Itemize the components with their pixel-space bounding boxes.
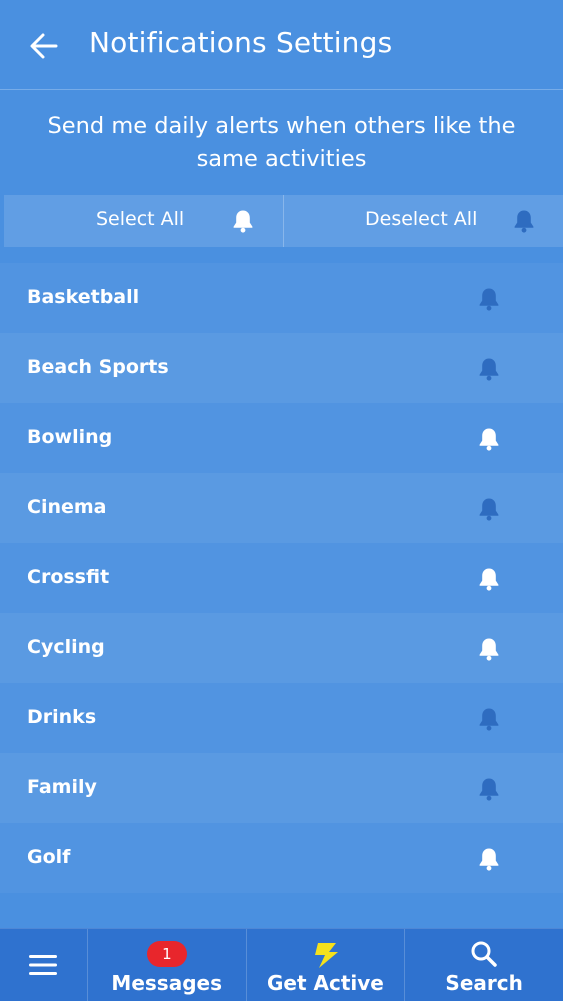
- list-item[interactable]: Bowling: [0, 403, 563, 473]
- select-bar: Select All Deselect All: [4, 195, 563, 247]
- menu-button[interactable]: [0, 929, 87, 1001]
- hamburger-menu-icon: [29, 955, 57, 975]
- list-item[interactable]: Family: [0, 753, 563, 823]
- alerts-description: Send me daily alerts when others like th…: [47, 113, 516, 172]
- bell-icon: [233, 210, 253, 233]
- activity-label: Cycling: [27, 636, 105, 658]
- list-item[interactable]: Drinks: [0, 683, 563, 753]
- search-icon: [471, 941, 498, 967]
- tab-messages-label: Messages: [111, 971, 222, 995]
- bell-icon[interactable]: [478, 497, 500, 521]
- arrow-left-icon[interactable]: [28, 30, 60, 62]
- select-all-button[interactable]: Select All: [4, 195, 283, 247]
- activity-label: Golf: [27, 846, 71, 868]
- list-item[interactable]: Beach Sports: [0, 333, 563, 403]
- header: Notifications Settings: [0, 0, 563, 90]
- tab-get-active[interactable]: Get Active: [245, 929, 405, 1001]
- page-title: Notifications Settings: [89, 26, 393, 59]
- activity-label: Basketball: [27, 286, 140, 308]
- bell-icon: [514, 210, 534, 233]
- tab-search-label: Search: [445, 971, 523, 995]
- list-item[interactable]: Basketball: [0, 263, 563, 333]
- activity-label: Family: [27, 776, 97, 798]
- bell-icon[interactable]: [478, 567, 500, 591]
- list-item[interactable]: Golf: [0, 823, 563, 893]
- list-item[interactable]: Crossfit: [0, 543, 563, 613]
- activity-list: Basketball Beach Sports Bowling Cinema C…: [0, 263, 563, 893]
- deselect-all-button[interactable]: Deselect All: [283, 195, 563, 247]
- bell-icon[interactable]: [478, 847, 500, 871]
- bell-icon[interactable]: [478, 287, 500, 311]
- bell-icon[interactable]: [478, 427, 500, 451]
- bell-icon[interactable]: [478, 777, 500, 801]
- activity-label: Beach Sports: [27, 356, 169, 378]
- lightning-bolt-icon: [314, 943, 338, 968]
- tab-messages[interactable]: 1 Messages: [86, 929, 246, 1001]
- activity-label: Bowling: [27, 426, 113, 448]
- tab-search[interactable]: Search: [404, 929, 563, 1001]
- activity-label: Drinks: [27, 706, 97, 728]
- list-item[interactable]: Cinema: [0, 473, 563, 543]
- activity-label: Cinema: [27, 496, 107, 518]
- bell-icon[interactable]: [478, 707, 500, 731]
- unread-messages-badge: 1: [146, 941, 187, 967]
- list-item[interactable]: Cycling: [0, 613, 563, 683]
- bottom-tab-bar: 1 Messages Get Active Search: [0, 928, 563, 1001]
- bell-icon[interactable]: [478, 637, 500, 661]
- activity-label: Crossfit: [27, 566, 110, 588]
- select-all-label: Select All: [96, 208, 185, 230]
- deselect-all-label: Deselect All: [365, 208, 478, 230]
- bell-icon[interactable]: [478, 357, 500, 381]
- tab-get-active-label: Get Active: [266, 971, 384, 995]
